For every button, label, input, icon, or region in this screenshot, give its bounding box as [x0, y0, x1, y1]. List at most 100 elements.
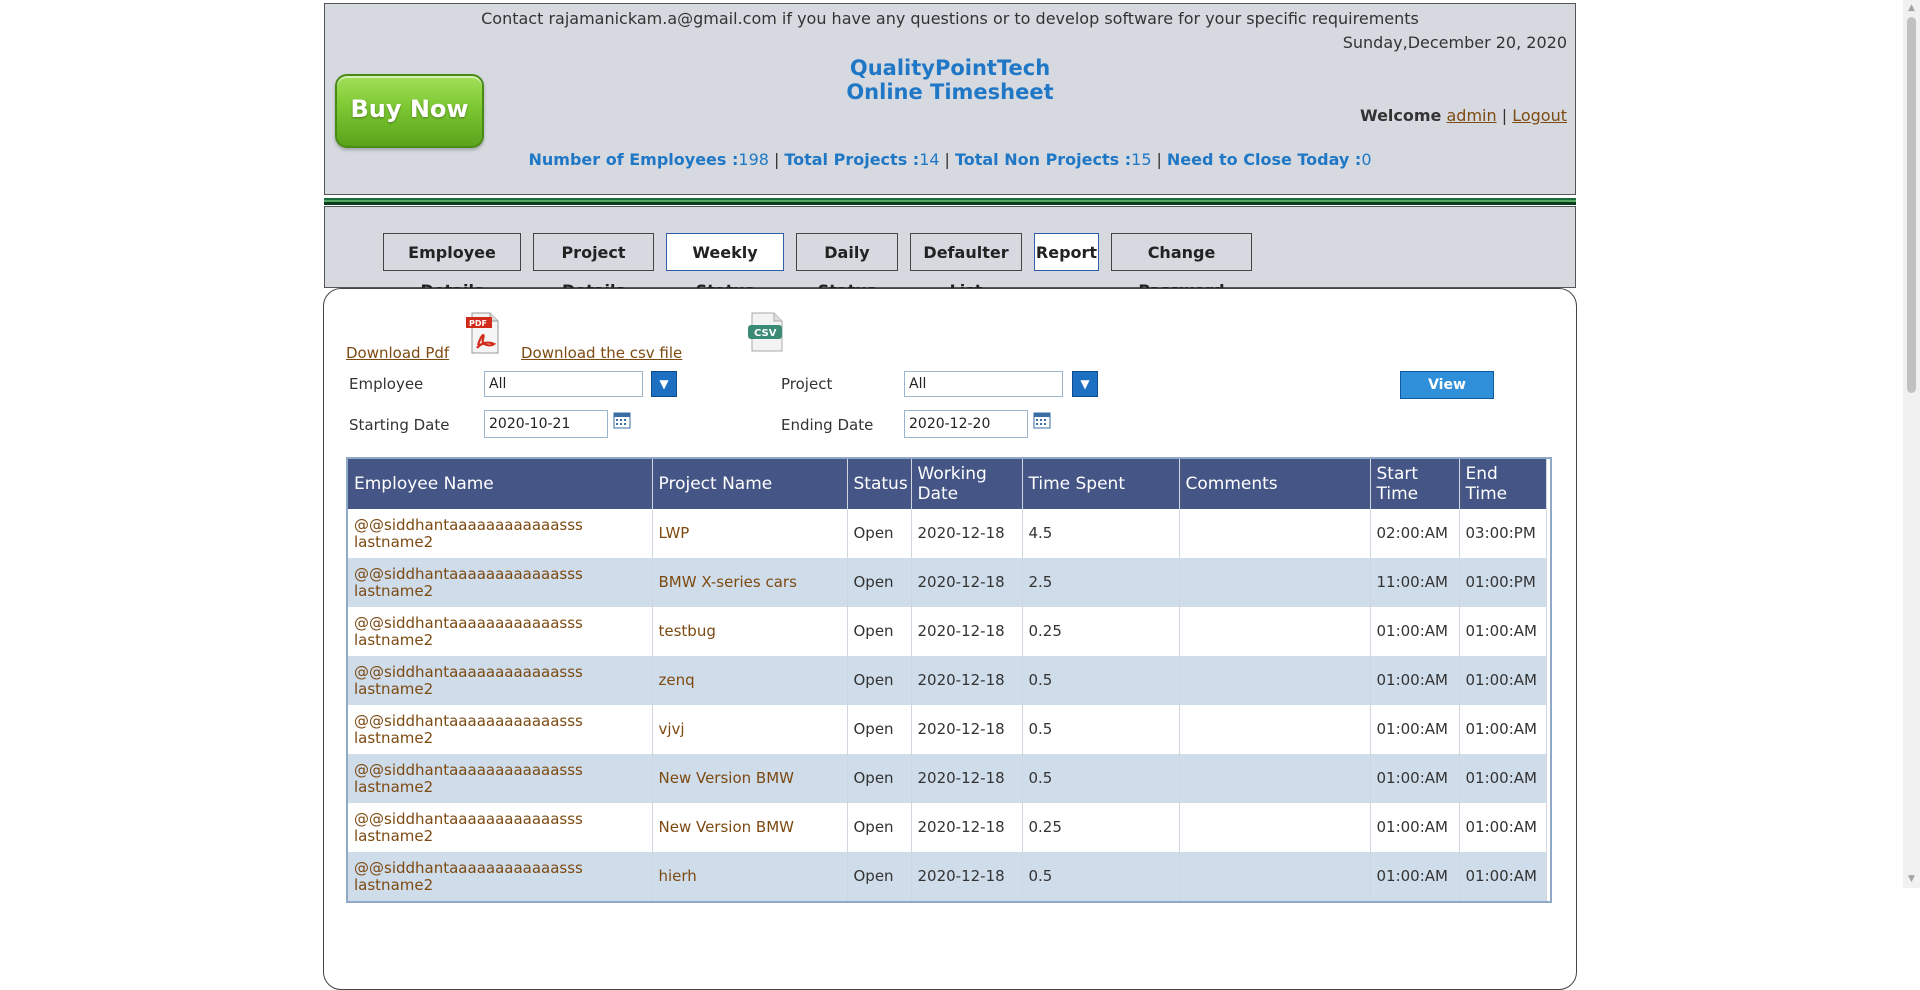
site-header: Contact rajamanickam.a@gmail.com if you … [324, 3, 1576, 195]
employees-count-value: 198 [738, 150, 769, 169]
table-row: @@siddhantaaaaaaaaaaaasss lastname2 vjvj O… [348, 705, 1547, 754]
welcome-area: Welcome admin | Logout [1360, 106, 1567, 125]
cell-working-date: 2020-12-18 [911, 852, 1023, 901]
report-table: Employee Name Project Name Status Workin… [348, 459, 1547, 901]
calendar-icon[interactable] [1033, 411, 1051, 429]
cell-project-name[interactable]: New Version BMW [652, 754, 848, 803]
ending-date-input[interactable]: 2020-12-20 [904, 410, 1028, 438]
cell-employee-name[interactable]: @@siddhantaaaaaaaaaaaasss lastname2 [348, 705, 653, 754]
cell-start-time: 11:00:AM [1370, 558, 1460, 607]
cell-start-time: 01:00:AM [1370, 803, 1460, 852]
stats-separator: | [1156, 150, 1162, 169]
nav-report[interactable]: Report [1034, 233, 1099, 271]
cell-comments [1179, 607, 1371, 656]
cell-status: Open [847, 656, 912, 705]
column-header-status[interactable]: Status [847, 459, 912, 509]
view-report-button[interactable]: View Report [1400, 371, 1494, 419]
table-row: @@siddhantaaaaaaaaaaaasss lastname2 New V… [348, 754, 1547, 803]
cell-end-time: 01:00:PM [1459, 558, 1547, 607]
ending-date-label: Ending Date [781, 416, 874, 434]
cell-time-spent: 4.5 [1022, 509, 1180, 558]
table-row: @@siddhantaaaaaaaaaaaasss lastname2 hierh… [348, 852, 1547, 901]
starting-date-input[interactable]: 2020-10-21 [484, 410, 608, 438]
column-header-start-time[interactable]: Start Time [1370, 459, 1460, 509]
cell-time-spent: 0.25 [1022, 607, 1180, 656]
scroll-up-arrow-icon[interactable]: ▲ [1903, 0, 1920, 17]
employee-dropdown-button[interactable]: ▼ [651, 371, 677, 397]
brand-line-2: Online Timesheet [846, 80, 1054, 104]
welcome-label: Welcome [1359, 106, 1442, 125]
table-row: @@siddhantaaaaaaaaaaaasss lastname2 testb… [348, 607, 1547, 656]
column-header-employee-name[interactable]: Employee Name [348, 459, 653, 509]
column-header-time-spent[interactable]: Time Spent [1022, 459, 1180, 509]
column-header-project-name[interactable]: Project Name [652, 459, 848, 509]
column-header-working-date[interactable]: Working Date [911, 459, 1023, 509]
cell-employee-name[interactable]: @@siddhantaaaaaaaaaaaasss lastname2 [348, 656, 653, 705]
cell-comments [1179, 656, 1371, 705]
pdf-icon-text: PDF [469, 319, 487, 328]
project-dropdown-button[interactable]: ▼ [1072, 371, 1098, 397]
nav-defaulter-list[interactable]: Defaulter List [910, 233, 1022, 300]
nav-employee-details[interactable]: Employee Details [383, 233, 521, 300]
cell-working-date: 2020-12-18 [911, 607, 1023, 656]
stats-separator: | [773, 150, 780, 169]
cell-start-time: 01:00:AM [1370, 705, 1460, 754]
cell-project-name[interactable]: New Version BMW [652, 803, 848, 852]
chevron-down-icon: ▼ [659, 377, 669, 391]
non-projects-count-label: Total Non Projects : [954, 150, 1132, 169]
cell-working-date: 2020-12-18 [911, 509, 1023, 558]
starting-date-label: Starting Date [349, 416, 450, 434]
cell-comments [1179, 558, 1371, 607]
non-projects-count-value: 15 [1131, 150, 1152, 169]
column-header-comments[interactable]: Comments [1179, 459, 1371, 509]
user-link[interactable]: admin [1447, 106, 1497, 125]
logout-link[interactable]: Logout [1512, 106, 1567, 125]
scrollbar-thumb[interactable] [1907, 17, 1916, 393]
cell-project-name[interactable]: hierh [652, 852, 848, 901]
cell-project-name[interactable]: testbug [652, 607, 848, 656]
download-pdf-link[interactable]: Download Pdf [346, 344, 449, 362]
page-scrollbar[interactable]: ▲ ▼ [1903, 0, 1920, 888]
cell-time-spent: 2.5 [1022, 558, 1180, 607]
employee-filter-label: Employee [349, 375, 424, 393]
employees-count-label: Number of Employees : [528, 150, 739, 169]
column-header-end-time[interactable]: End Time [1459, 459, 1547, 509]
cell-employee-name[interactable]: @@siddhantaaaaaaaaaaaasss lastname2 [348, 558, 653, 607]
nav-change-password[interactable]: Change Password [1111, 233, 1252, 300]
employee-select[interactable]: All [484, 371, 643, 397]
cell-project-name[interactable]: zenq [652, 656, 848, 705]
project-filter-label: Project [781, 375, 833, 393]
cell-status: Open [847, 852, 912, 901]
nav-weekly-status[interactable]: Weekly Status [666, 233, 784, 300]
stats-bar: Number of Employees :198 | Total Projects … [325, 150, 1575, 169]
cell-employee-name[interactable]: @@siddhantaaaaaaaaaaaasss lastname2 [348, 607, 653, 656]
calendar-icon[interactable] [613, 411, 631, 429]
cell-start-time: 01:00:AM [1370, 656, 1460, 705]
table-row: @@siddhantaaaaaaaaaaaasss lastname2 New V… [348, 803, 1547, 852]
nav-daily-status[interactable]: Daily Status [796, 233, 898, 300]
csv-icon[interactable]: CSV [744, 311, 788, 353]
cell-project-name[interactable]: vjvj [652, 705, 848, 754]
pdf-icon[interactable]: PDF [466, 311, 502, 355]
main-nav: Employee Details Project Details Weekly … [324, 206, 1576, 300]
cell-comments [1179, 509, 1371, 558]
project-select[interactable]: All [904, 371, 1063, 397]
cell-working-date: 2020-12-18 [911, 803, 1023, 852]
download-csv-link[interactable]: Download the csv file [521, 344, 682, 362]
cell-start-time: 02:00:AM [1370, 509, 1460, 558]
cell-employee-name[interactable]: @@siddhantaaaaaaaaaaaasss lastname2 [348, 509, 653, 558]
cell-comments [1179, 705, 1371, 754]
cell-employee-name[interactable]: @@siddhantaaaaaaaaaaaasss lastname2 [348, 852, 653, 901]
chevron-down-icon: ▼ [1080, 377, 1090, 391]
close-today-value: 0 [1361, 150, 1372, 169]
cell-employee-name[interactable]: @@siddhantaaaaaaaaaaaasss lastname2 [348, 803, 653, 852]
cell-time-spent: 0.25 [1022, 803, 1180, 852]
cell-project-name[interactable]: BMW X-series cars [652, 558, 848, 607]
current-date: Sunday,December 20, 2020 [1342, 33, 1567, 52]
scroll-down-arrow-icon[interactable]: ▼ [1903, 871, 1920, 888]
cell-project-name[interactable]: LWP [652, 509, 848, 558]
cell-comments [1179, 754, 1371, 803]
nav-project-details[interactable]: Project Details [533, 233, 654, 300]
header-divider [324, 198, 1576, 205]
cell-employee-name[interactable]: @@siddhantaaaaaaaaaaaasss lastname2 [348, 754, 653, 803]
